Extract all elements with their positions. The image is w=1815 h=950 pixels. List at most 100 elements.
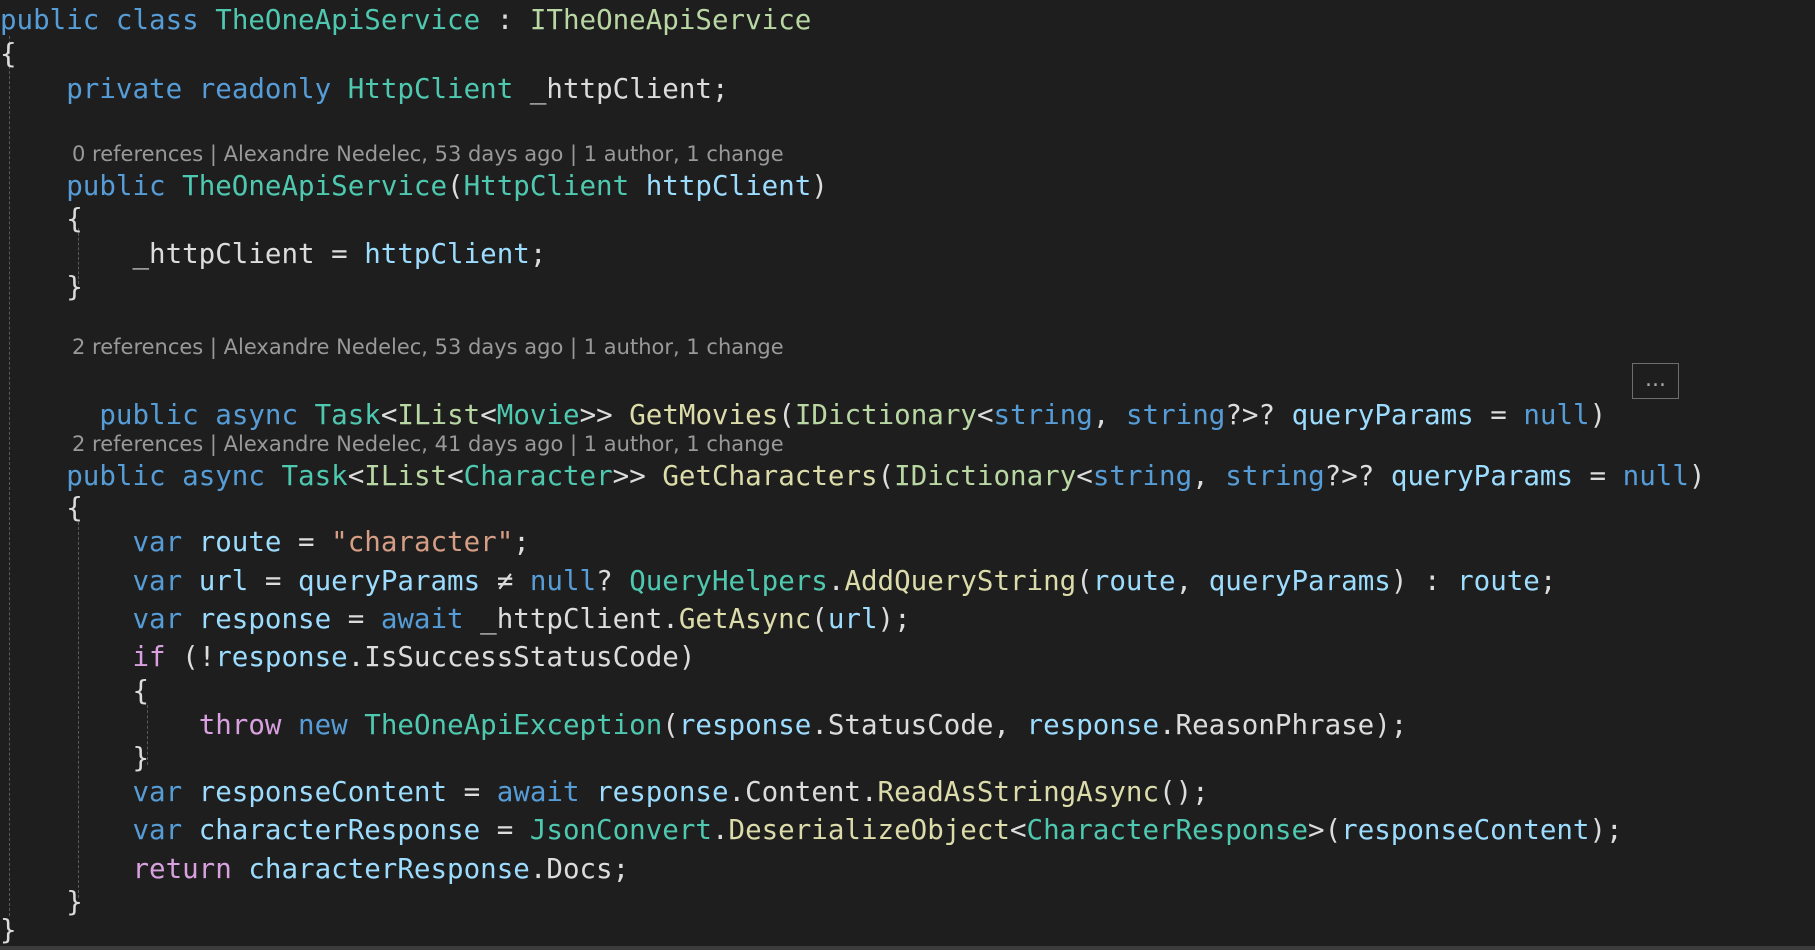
code-token-plain: = [248, 565, 299, 597]
code-token-type: Task [281, 460, 348, 492]
code-token-type: HttpClient [347, 73, 514, 105]
code-token-keyword: public [66, 460, 166, 492]
code-token-method: GetAsync [678, 603, 812, 635]
code-line-url-decl[interactable]: var url = queryParams ≠ null? QueryHelpe… [0, 563, 1556, 599]
code-token-keyword: public [99, 399, 199, 431]
code-token-plain: ≠ [480, 565, 530, 597]
code-token-keyword: string [1225, 460, 1325, 492]
code-line-throw-stmt[interactable]: throw new TheOneApiException(response.St… [0, 707, 1408, 743]
code-token-plain: .Docs; [529, 853, 630, 885]
collapsed-region-marker[interactable]: ... [1632, 363, 1679, 399]
code-token-keyword: var [132, 603, 183, 635]
code-line-ctor-open-brace[interactable]: { [0, 201, 83, 237]
code-token-variable: url [198, 565, 249, 597]
code-token-plain: ) [811, 170, 828, 202]
code-token-plain: (); [1159, 776, 1209, 808]
code-token-keyword: new [298, 709, 348, 741]
editor-bottom-border [0, 946, 1815, 950]
code-token-plain: } [0, 914, 17, 946]
code-token-plain: (! [165, 641, 216, 673]
code-token-plain: .StatusCode, [811, 709, 1027, 741]
code-token-plain: { [0, 675, 150, 707]
codelens-constructor[interactable]: 0 references | Alexandre Nedelec, 53 day… [72, 141, 784, 167]
code-line-if-stmt[interactable]: if (!response.IsSuccessStatusCode) [0, 639, 695, 675]
codelens-get-characters[interactable]: 2 references | Alexandre Nedelec, 41 day… [72, 431, 784, 457]
code-token-keyword: readonly [198, 73, 332, 105]
code-token-variable: route [198, 526, 282, 558]
code-token-plain: < [976, 399, 994, 431]
code-token-interface: IDictionary [894, 460, 1077, 492]
code-line-ctor-close-brace[interactable]: } [0, 269, 83, 305]
code-line-ctor-body[interactable]: _httpClient = httpClient; [0, 236, 546, 272]
code-token-plain: . [711, 814, 729, 846]
code-token-plain: ?>? [1324, 460, 1391, 492]
code-line-route-decl[interactable]: var route = "character"; [0, 524, 530, 560]
code-token-plain: ) : [1390, 565, 1458, 597]
code-line-charresponse-decl[interactable]: var characterResponse = JsonConvert.Dese… [0, 812, 1623, 848]
code-token-string: "character" [331, 526, 514, 558]
code-token-type: HttpClient [463, 170, 630, 202]
code-token-plain: ; [529, 238, 547, 270]
code-token-keyword: async [215, 399, 299, 431]
code-token-method: DeserializeObject [728, 814, 1010, 846]
code-token-method: AddQueryString [844, 565, 1077, 597]
code-token-plain: >> [612, 460, 663, 492]
code-token-keyword: var [132, 526, 183, 558]
code-token-variable: response [678, 709, 812, 741]
code-token-plain: < [347, 460, 365, 492]
code-token-plain: ); [1589, 814, 1623, 846]
code-token-plain: .IsSuccessStatusCode) [347, 641, 696, 673]
code-line-getmovies-decl[interactable]: public async Task<IList<Movie>> GetMovie… [0, 361, 1606, 433]
code-line-getcharacters-open-brace[interactable]: { [0, 490, 83, 526]
code-token-plain: ; [513, 526, 530, 558]
codelens-get-movies[interactable]: 2 references | Alexandre Nedelec, 53 day… [72, 334, 784, 360]
code-token-type: TheOneApiService [182, 170, 448, 202]
code-line-class-decl[interactable]: public class TheOneApiService : ITheOneA… [0, 2, 811, 38]
code-editor[interactable]: public class TheOneApiService : ITheOneA… [0, 0, 1815, 950]
code-line-if-close-brace[interactable]: } [0, 740, 149, 776]
code-token-plain: ( [662, 709, 679, 741]
code-token-plain: ; [1539, 565, 1557, 597]
code-token-variable: queryParams [1390, 460, 1573, 492]
code-line-ctor-decl[interactable]: public TheOneApiService(HttpClient httpC… [0, 168, 828, 204]
code-token-plain: ( [1076, 565, 1093, 597]
code-line-getcharacters-decl[interactable]: public async Task<IList<Character>> GetC… [0, 458, 1705, 494]
code-line-return-stmt[interactable]: return characterResponse.Docs; [0, 851, 629, 887]
code-line-content-decl[interactable]: var responseContent = await response.Con… [0, 774, 1209, 810]
code-token-plain: < [380, 399, 398, 431]
code-token-keyword: async [182, 460, 265, 492]
code-token-plain: { [0, 38, 17, 70]
code-line-field-decl[interactable]: private readonly HttpClient _httpClient; [0, 71, 728, 107]
code-line-class-open-brace[interactable]: { [0, 36, 17, 72]
code-token-plain: = [447, 776, 497, 808]
code-token-plain: >> [579, 399, 630, 431]
code-line-class-close-brace[interactable]: } [0, 912, 17, 948]
code-token-control-keyword: throw [198, 709, 282, 741]
code-token-method: GetCharacters [662, 460, 878, 492]
code-token-plain: ? [596, 565, 630, 597]
code-token-keyword: var [132, 565, 183, 597]
code-token-variable: url [827, 603, 878, 635]
code-token-plain: { [0, 492, 83, 524]
code-token-plain: = [1473, 399, 1524, 431]
code-line-if-open-brace[interactable]: { [0, 673, 149, 709]
code-token-type: CharacterResponse [1026, 814, 1309, 846]
code-token-type: QueryHelpers [629, 565, 828, 597]
code-token-plain: .Content. [728, 776, 878, 808]
code-token-plain: , [1175, 565, 1209, 597]
code-line-response-decl[interactable]: var response = await _httpClient.GetAsyn… [0, 601, 910, 637]
